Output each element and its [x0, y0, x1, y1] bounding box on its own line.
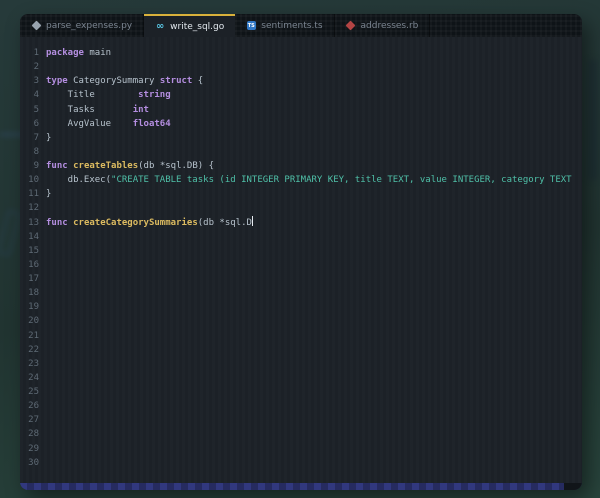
code-line[interactable]: 30 [20, 456, 582, 470]
code-line[interactable]: 3 type CategorySummary struct { [20, 74, 582, 88]
code-text: package main [46, 48, 112, 58]
code-line[interactable]: 8 [20, 145, 582, 159]
bottom-accent-bar [20, 483, 582, 490]
tab-bar: parse_expenses.py ∞ write_sql.go TS sentimen… [20, 14, 582, 37]
code-line[interactable]: 29 [20, 442, 582, 456]
code-line[interactable]: 10 db.Exec("CREATE TABLE tasks (id INTEG… [20, 173, 582, 187]
desktop-background: { "colors": { "accent": "#d9b13b", "keyw… [0, 0, 600, 498]
code-line[interactable]: 6 AvgValue float64 [20, 117, 582, 131]
line-number: 3 [33, 76, 39, 87]
code-line[interactable]: 26 [20, 399, 582, 413]
code-line[interactable]: 13 func createCategorySummaries(db *sql.D [20, 215, 582, 230]
line-number: 5 [33, 104, 39, 115]
code-text: func createTables(db *sql.DB) { [46, 161, 214, 171]
text-cursor [251, 215, 254, 226]
python-icon [31, 20, 41, 31]
background-blur-shape [0, 208, 22, 258]
code-line[interactable]: 23 [20, 357, 582, 371]
line-number: 27 [28, 415, 39, 426]
line-number: 28 [28, 429, 39, 440]
code-text: func createCategorySummaries(db *sql.D [46, 215, 254, 228]
code-text: db.Exec("CREATE TABLE tasks (id INTEGER … [46, 175, 572, 186]
code-line[interactable]: 12 [20, 201, 582, 215]
line-number: 4 [33, 90, 39, 101]
code-line[interactable]: 20 [20, 314, 582, 328]
line-number: 23 [28, 358, 39, 369]
code-line[interactable]: 25 [20, 385, 582, 399]
tab-label: parse_expenses.py [46, 20, 133, 31]
code-line[interactable]: 15 [20, 244, 582, 258]
line-number: 9 [33, 161, 39, 171]
code-area[interactable]: 1 package main 2 3 type CategorySummary stru… [20, 37, 582, 483]
line-number: 19 [28, 302, 39, 313]
line-number: 12 [28, 203, 39, 214]
line-number: 16 [28, 259, 39, 270]
tab-addresses.rb[interactable]: addresses.rb [335, 14, 431, 37]
line-number: 20 [28, 316, 39, 327]
line-number: 11 [28, 189, 39, 200]
ruby-icon [345, 20, 356, 31]
line-number: 10 [28, 175, 39, 186]
code-line[interactable]: 14 [20, 230, 582, 244]
bottom-bar-corner [564, 483, 582, 490]
tab-label: write_sql.go [170, 21, 225, 32]
line-number: 13 [28, 217, 39, 228]
code-editor-window: parse_expenses.py ∞ write_sql.go TS sentimen… [20, 14, 582, 490]
tab-label: sentiments.ts [261, 20, 323, 31]
line-number: 6 [33, 118, 39, 129]
code-line[interactable]: 17 [20, 272, 582, 286]
line-number: 29 [28, 443, 39, 454]
line-number: 18 [28, 288, 39, 299]
code-line[interactable]: 11} [20, 187, 582, 201]
code-line[interactable]: 22 [20, 343, 582, 357]
go-icon: ∞ [155, 20, 165, 32]
line-number: 22 [28, 344, 39, 355]
line-number: 7 [33, 132, 39, 143]
code-line[interactable]: 18 [20, 286, 582, 300]
code-line[interactable]: 16 [20, 258, 582, 272]
background-blur-shape [588, 60, 598, 180]
code-text: Tasks int [46, 104, 149, 115]
code-text: Title string [46, 90, 171, 101]
code-line[interactable]: 4 Title string [20, 88, 582, 102]
code-line[interactable]: 7} [20, 131, 582, 145]
code-line[interactable]: 9 func createTables(db *sql.DB) { [20, 159, 582, 173]
line-number: 25 [28, 387, 39, 397]
line-number: 8 [33, 146, 39, 157]
code-line[interactable]: 1 package main [20, 46, 582, 60]
line-number: 15 [28, 245, 39, 256]
tab-write_sql.go[interactable]: ∞ write_sql.go [144, 14, 236, 37]
tab-parse_expenses.py[interactable]: parse_expenses.py [20, 14, 145, 37]
tab-sentiments.ts[interactable]: TS sentiments.ts [235, 14, 335, 37]
line-number: 2 [33, 62, 39, 73]
line-number: 1 [33, 48, 39, 58]
code-line[interactable]: 24 [20, 371, 582, 385]
code-text: } [46, 132, 52, 143]
code-line[interactable]: 28 [20, 427, 582, 441]
code-line[interactable]: 2 [20, 60, 582, 74]
typescript-icon: TS [246, 21, 256, 30]
line-number: 21 [28, 330, 39, 341]
code-line[interactable]: 21 [20, 329, 582, 343]
line-number: 17 [28, 274, 39, 284]
tab-label: addresses.rb [360, 20, 419, 31]
code-line[interactable]: 5 Tasks int [20, 103, 582, 117]
code-text: } [46, 189, 52, 200]
line-number: 30 [28, 457, 39, 468]
line-number: 24 [28, 372, 39, 383]
code-line[interactable]: 27 [20, 413, 582, 427]
code-line[interactable]: 19 [20, 300, 582, 314]
line-number: 26 [28, 401, 39, 412]
code-text: AvgValue float64 [46, 118, 171, 129]
line-number: 14 [28, 231, 39, 242]
code-text: type CategorySummary struct { [46, 76, 204, 87]
